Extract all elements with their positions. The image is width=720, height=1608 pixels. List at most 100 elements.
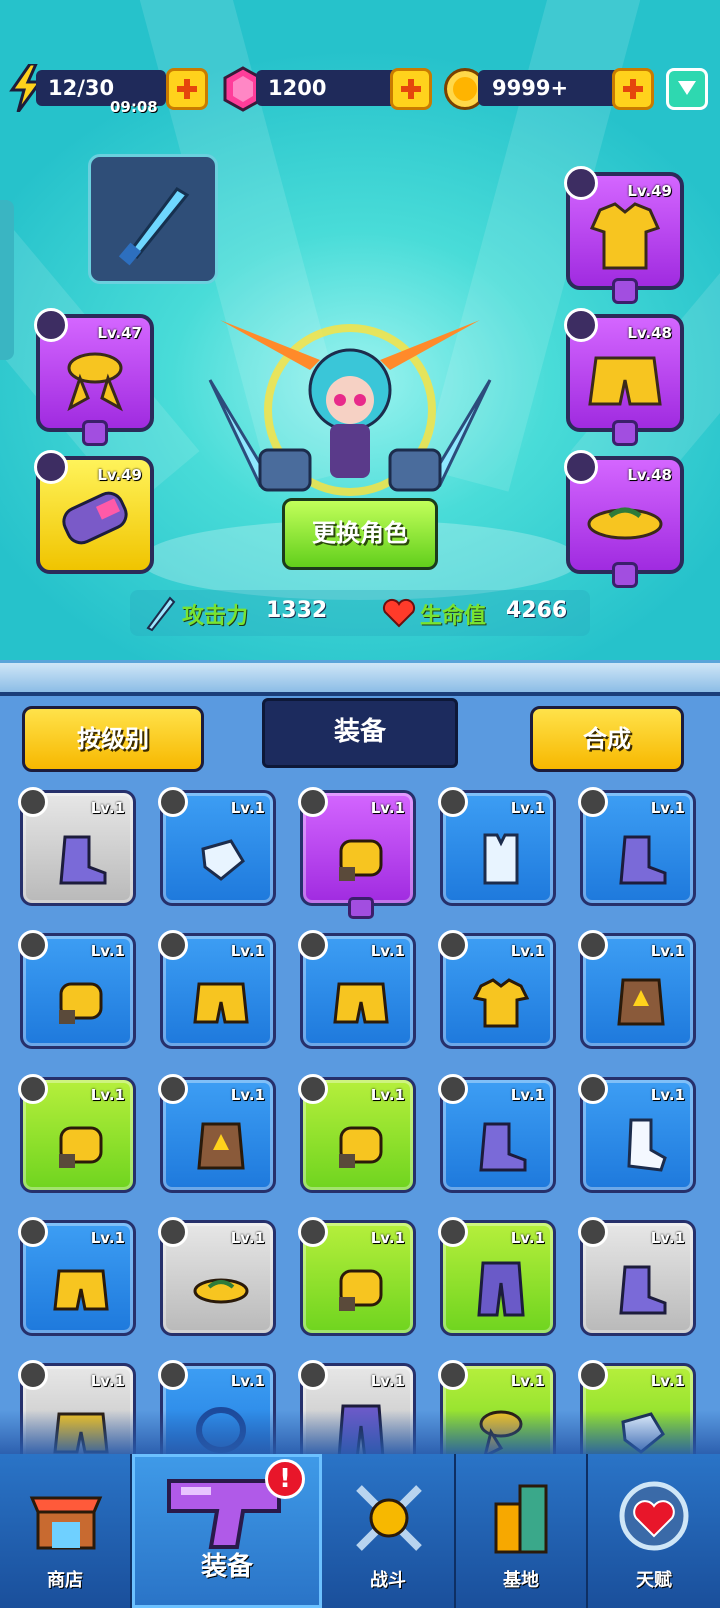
character-avatar [200, 300, 500, 530]
item-type-icon [578, 787, 608, 817]
fist-icon [51, 970, 111, 1030]
necklace-slot[interactable]: Lv.47 [34, 308, 154, 446]
inventory-item[interactable]: Lv.1 [438, 1217, 556, 1336]
vest-icon [471, 827, 531, 887]
item-type-icon [158, 930, 188, 960]
item-type-icon [438, 1074, 468, 1104]
inventory-item[interactable]: Lv.1 [158, 1217, 276, 1336]
inventory-item[interactable]: Lv.1 [18, 787, 136, 906]
item-level: Lv.1 [510, 1229, 545, 1247]
change-character-button[interactable]: 更换角色 [282, 498, 438, 570]
inventory-item[interactable]: Lv.1 [578, 787, 696, 906]
inventory-item[interactable]: Lv.1 [578, 1217, 696, 1336]
necklace-icon [191, 1400, 251, 1460]
fist-icon [51, 1114, 111, 1174]
item-type-icon [298, 1217, 328, 1247]
item-type-icon [298, 930, 328, 960]
item-level: Lv.1 [90, 942, 125, 960]
item-type-icon [438, 1360, 468, 1390]
nav-base[interactable]: 基地 [456, 1454, 588, 1608]
sock-icon [611, 1114, 671, 1174]
shorts-icon [588, 356, 662, 406]
boot-icon [611, 1257, 671, 1317]
energy-timer: 09:08 [110, 98, 158, 116]
item-level: Lv.1 [230, 1372, 265, 1390]
shoes-slot[interactable]: Lv.48 [564, 450, 684, 588]
side-edge [0, 200, 14, 360]
nav-talent[interactable]: 天赋 [588, 1454, 720, 1608]
add-gems-button[interactable] [390, 68, 432, 110]
item-type-icon [158, 1360, 188, 1390]
inventory-item[interactable]: Lv.1 [298, 1217, 416, 1336]
inventory-item[interactable]: Lv.1 [18, 1074, 136, 1193]
nav-base-label: 基地 [503, 1570, 539, 1591]
item-level: Lv.1 [370, 1086, 405, 1104]
inventory-item[interactable]: Lv.1 [438, 1074, 556, 1193]
item-level: Lv.1 [370, 799, 405, 817]
inventory-item[interactable]: Lv.1 [438, 787, 556, 906]
inventory-item[interactable]: Lv.1 [158, 1074, 276, 1193]
shirt-icon [471, 970, 531, 1030]
sandal-icon [191, 1257, 251, 1317]
item-type-icon [158, 1074, 188, 1104]
inventory-item[interactable]: Lv.1 [298, 787, 416, 919]
hp-label: 生命值 [420, 604, 487, 629]
sort-by-level-button[interactable]: 按级别 [22, 706, 204, 772]
inventory-item[interactable]: Lv.1 [158, 930, 276, 1049]
crossed-swords-icon [356, 1485, 422, 1551]
add-coins-button[interactable] [612, 68, 654, 110]
nav-equipment[interactable]: ! 装备 [132, 1454, 322, 1608]
shorts-icon [331, 970, 391, 1030]
scarf-icon [67, 352, 123, 412]
inventory-item[interactable]: Lv.1 [578, 1074, 696, 1193]
inventory-item[interactable]: Lv.1 [158, 787, 276, 906]
shirt-slot[interactable]: Lv.49 [564, 166, 684, 304]
item-type-icon [578, 1217, 608, 1247]
alert-badge: ! [265, 1459, 305, 1499]
equipment-title: 装备 [262, 698, 458, 768]
fist-icon [331, 827, 391, 887]
gem-counter: 1200 [256, 70, 406, 106]
item-type-icon [578, 930, 608, 960]
inventory-item[interactable]: Lv.1 [18, 1217, 136, 1336]
building-icon [494, 1484, 548, 1554]
item-level: Lv.1 [370, 942, 405, 960]
heart-shield-icon [619, 1481, 689, 1551]
unequip-tab[interactable] [612, 420, 638, 446]
inventory-item[interactable]: Lv.1 [578, 930, 696, 1049]
glove-slot[interactable]: Lv.49 [34, 450, 154, 574]
add-energy-button[interactable] [166, 68, 208, 110]
inventory-item[interactable]: Lv.1 [438, 930, 556, 1049]
character-panel: 12/30 09:08 1200 9999+ Lv.47 Lv.49 更换角色 … [0, 0, 720, 660]
item-type-icon [578, 1074, 608, 1104]
item-level: Lv.1 [510, 942, 545, 960]
shop-icon [29, 1496, 103, 1550]
item-type-icon [298, 1074, 328, 1104]
inventory-item[interactable]: Lv.1 [298, 1074, 416, 1193]
nav-battle-label: 战斗 [370, 1570, 406, 1591]
vip-button[interactable] [666, 68, 708, 110]
item-level: Lv.1 [370, 1229, 405, 1247]
merge-button[interactable]: 合成 [530, 706, 684, 772]
attack-value: 1332 [266, 598, 328, 623]
shorts-slot[interactable]: Lv.48 [564, 308, 684, 446]
glove-icon [191, 827, 251, 887]
equip-arrow-tab[interactable] [348, 897, 374, 919]
nav-battle[interactable]: 战斗 [322, 1454, 456, 1608]
shorts-icon [191, 970, 251, 1030]
heart-icon [382, 598, 416, 628]
pants-icon [331, 1400, 391, 1460]
item-level: Lv.1 [230, 942, 265, 960]
inventory-item[interactable]: Lv.1 [298, 930, 416, 1049]
shorts-icon [51, 1257, 111, 1317]
unequip-tab[interactable] [612, 562, 638, 588]
item-level: Lv.1 [650, 942, 685, 960]
panel-divider [0, 660, 720, 696]
coin-counter: 9999+ [478, 70, 628, 106]
inventory-item[interactable]: Lv.1 [18, 930, 136, 1049]
unequip-tab[interactable] [82, 420, 108, 446]
nav-shop[interactable]: 商店 [0, 1454, 132, 1608]
weapon-slot[interactable] [88, 154, 218, 284]
attack-label: 攻击力 [182, 604, 249, 629]
unequip-tab[interactable] [612, 278, 638, 304]
